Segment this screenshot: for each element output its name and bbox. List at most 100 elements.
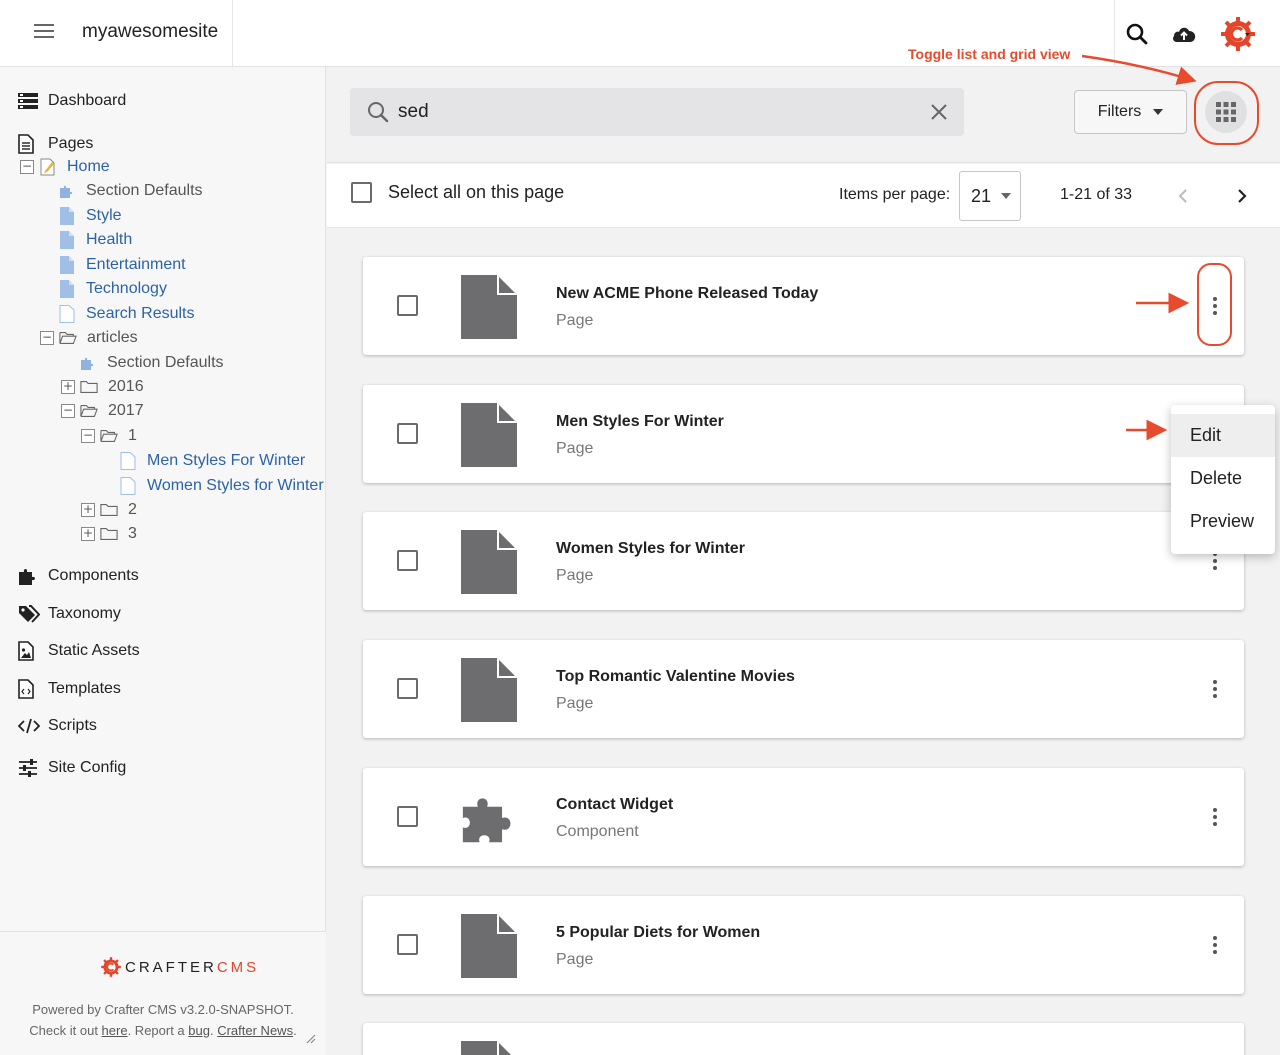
next-page-button[interactable]	[1226, 180, 1258, 212]
tree-item-2017[interactable]: − 2017	[61, 402, 144, 420]
select-all[interactable]: Select all on this page	[351, 182, 564, 203]
divider	[232, 0, 233, 67]
tree-item-style[interactable]: Style	[58, 207, 122, 225]
tree-item-men-styles[interactable]: Men Styles For Winter	[119, 452, 305, 470]
tree-item-home[interactable]: − Home	[20, 158, 110, 176]
tree-item-folder-1[interactable]: − 1	[81, 427, 137, 445]
item-type: Page	[556, 567, 594, 584]
sidebar-item-components[interactable]: Components	[18, 566, 139, 586]
more-options-button[interactable]	[1201, 674, 1229, 704]
sidebar-item-label: Dashboard	[48, 92, 127, 109]
pagination-range: 1-21 of 33	[1060, 186, 1133, 203]
folder-open-icon	[100, 427, 118, 445]
collapse-icon[interactable]: −	[20, 160, 34, 174]
items-per-page-select[interactable]: 21	[959, 171, 1021, 221]
clear-icon[interactable]	[930, 103, 948, 121]
more-options-button[interactable]	[1201, 930, 1229, 960]
select-all-checkbox[interactable]	[351, 182, 372, 203]
more-options-button[interactable]	[1201, 802, 1229, 832]
crafter-logo-icon[interactable]	[1218, 14, 1258, 54]
page-icon	[461, 530, 517, 594]
sidebar-item-site-config[interactable]: Site Config	[18, 758, 126, 778]
result-card[interactable]: Top Romantic Valentine Movies Page	[363, 640, 1244, 738]
page-icon	[461, 403, 517, 467]
tree-item-women-styles[interactable]: Women Styles for Winter	[119, 477, 324, 495]
puzzle-icon	[58, 182, 76, 200]
tree-label: 2017	[108, 402, 144, 419]
expand-icon[interactable]: +	[81, 527, 95, 541]
tree-item-articles-section-defaults[interactable]: Section Defaults	[79, 354, 224, 372]
bug-link[interactable]: bug	[188, 1023, 210, 1038]
resize-handle-icon[interactable]	[304, 1032, 316, 1044]
previous-page-button[interactable]	[1167, 180, 1199, 212]
result-card[interactable]: Contact Widget Component	[363, 768, 1244, 866]
puzzle-icon	[18, 566, 40, 586]
menu-item-delete[interactable]: Delete	[1171, 457, 1275, 500]
item-title: 5 Popular Diets for Women	[556, 924, 761, 941]
tree-item-search-results[interactable]: Search Results	[58, 305, 195, 323]
expand-icon[interactable]: +	[61, 380, 75, 394]
image-file-icon	[18, 641, 40, 661]
page-icon	[461, 275, 517, 339]
sidebar-item-label: Pages	[48, 135, 94, 152]
item-checkbox[interactable]	[397, 550, 418, 571]
tree-item-2016[interactable]: + 2016	[61, 378, 144, 396]
sidebar-item-static-assets[interactable]: Static Assets	[18, 641, 140, 661]
tree-item-folder-3[interactable]: + 3	[81, 525, 137, 543]
search-box[interactable]	[350, 88, 964, 136]
tree-item-entertainment[interactable]: Entertainment	[58, 256, 186, 274]
item-title: Men Styles For Winter	[556, 413, 724, 430]
crafter-cms-logo[interactable]: CRAFTERCMS	[100, 956, 259, 978]
result-card[interactable]: Women Styles for Winter Page	[363, 512, 1244, 610]
tree-item-health[interactable]: Health	[58, 231, 132, 249]
here-link[interactable]: here	[102, 1023, 128, 1038]
sidebar-item-pages[interactable]: Pages	[18, 134, 93, 154]
item-checkbox[interactable]	[397, 295, 418, 316]
sidebar-item-label: Site Config	[48, 759, 127, 776]
tree-item-technology[interactable]: Technology	[58, 280, 167, 298]
search-input[interactable]	[398, 98, 918, 126]
footer-text: Check it out	[29, 1023, 102, 1038]
expand-icon[interactable]: +	[81, 503, 95, 517]
result-card[interactable]: Men Styles For Winter Page	[363, 385, 1244, 483]
sidebar-item-dashboard[interactable]: Dashboard	[18, 91, 126, 111]
result-card[interactable]	[363, 1023, 1244, 1055]
result-card[interactable]: 5 Popular Diets for Women Page	[363, 896, 1244, 994]
item-checkbox[interactable]	[397, 678, 418, 699]
tree-item-folder-2[interactable]: + 2	[81, 501, 137, 519]
sidebar-item-scripts[interactable]: Scripts	[18, 716, 97, 736]
cloud-upload-icon[interactable]	[1168, 18, 1200, 50]
menu-item-edit[interactable]: Edit	[1171, 414, 1275, 457]
tree-label: Women Styles for Winter	[147, 477, 324, 494]
collapse-icon[interactable]: −	[61, 404, 75, 418]
folder-icon	[100, 501, 118, 519]
tree-label: articles	[87, 329, 138, 346]
page-icon	[461, 914, 517, 978]
sidebar-item-templates[interactable]: Templates	[18, 679, 121, 699]
sidebar-item-label: Scripts	[48, 717, 97, 734]
footer-text: . Report a	[127, 1023, 189, 1038]
menu-item-preview[interactable]: Preview	[1171, 500, 1275, 543]
tree-item-articles[interactable]: − articles	[40, 329, 138, 347]
crafter-news-link[interactable]: Crafter News	[217, 1023, 293, 1038]
collapse-icon[interactable]: −	[81, 429, 95, 443]
site-name[interactable]: myawesomesite	[82, 21, 218, 43]
menu-icon[interactable]	[34, 24, 54, 42]
page-outline-icon	[119, 477, 137, 495]
tree-label: Entertainment	[86, 256, 186, 273]
tree-label: Technology	[86, 280, 167, 297]
search-icon[interactable]	[1121, 18, 1153, 50]
result-card[interactable]: New ACME Phone Released Today Page	[363, 257, 1244, 355]
folder-open-icon	[80, 402, 98, 420]
filters-button[interactable]: Filters	[1074, 90, 1187, 134]
top-bar: myawesomesite	[0, 0, 1280, 67]
tree-item-section-defaults[interactable]: Section Defaults	[58, 182, 203, 200]
select-all-label: Select all on this page	[388, 182, 565, 202]
folder-icon	[100, 525, 118, 543]
item-checkbox[interactable]	[397, 934, 418, 955]
item-checkbox[interactable]	[397, 423, 418, 444]
footer-links: Check it out here. Report a bug. Crafter…	[0, 1023, 326, 1038]
collapse-icon[interactable]: −	[40, 331, 54, 345]
item-checkbox[interactable]	[397, 806, 418, 827]
sidebar-item-taxonomy[interactable]: Taxonomy	[18, 604, 121, 624]
